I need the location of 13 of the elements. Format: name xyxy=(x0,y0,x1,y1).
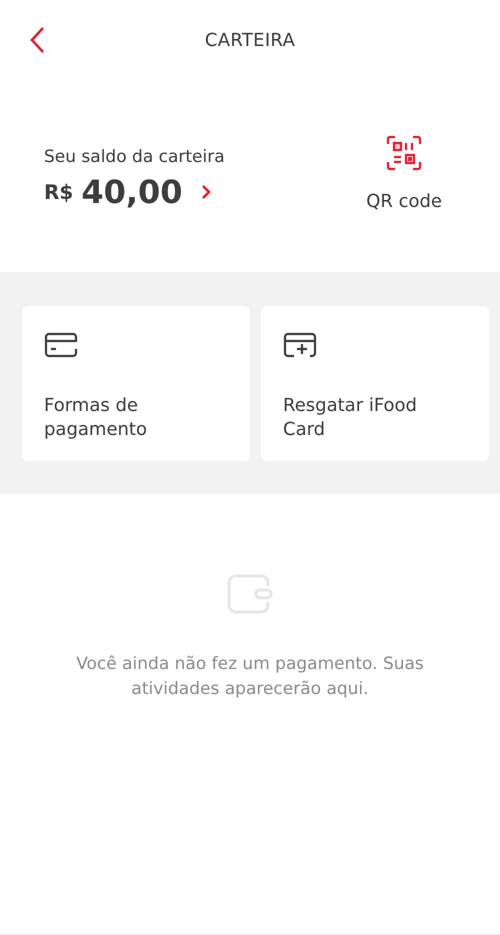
card-plus-icon xyxy=(283,332,317,358)
balance-amount: 40,00 xyxy=(81,173,183,211)
page-title: CARTEIRA xyxy=(204,30,296,50)
qr-code-button[interactable]: QR code xyxy=(366,134,442,212)
balance-label: Seu saldo da carteira xyxy=(44,147,225,167)
wallet-icon xyxy=(226,574,274,614)
credit-card-icon xyxy=(44,332,78,358)
qr-code-icon xyxy=(386,134,422,170)
wallet-option-card[interactable]: Resgatar iFood Card xyxy=(261,306,489,461)
wallet-option-card[interactable]: Formas de pagamento xyxy=(22,306,250,461)
empty-state-message: Você ainda não fez um pagamento. Suas atividades aparecerão aqui. xyxy=(75,653,425,701)
balance-details-button[interactable] xyxy=(200,184,211,200)
currency-symbol: R$ xyxy=(44,180,74,204)
